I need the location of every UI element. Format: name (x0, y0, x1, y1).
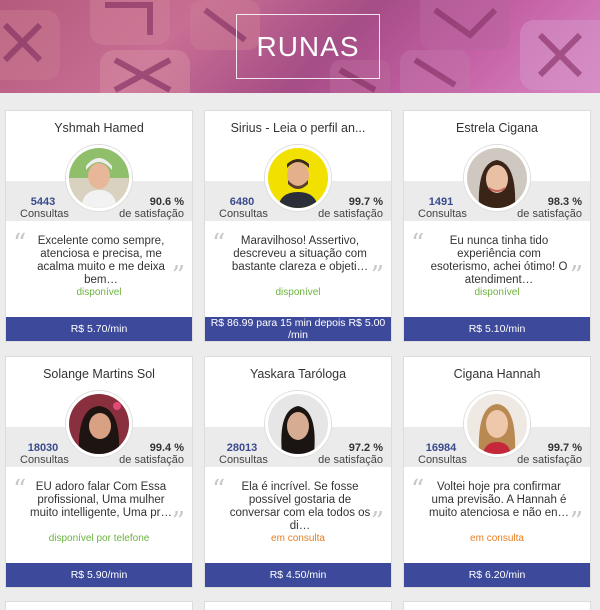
consultation-label: Consultas (219, 454, 268, 466)
advisor-name[interactable]: Cigana Hannah (404, 367, 590, 381)
banner-title-box: RUNAS (236, 14, 380, 79)
satisfaction-label: de satisfação (119, 208, 184, 220)
advisor-card[interactable]: Yshmah Hamed 5443 Consultas 90.6 % de sa… (5, 110, 193, 342)
review-snippet: Voltei hoje pra confirmar uma previsão. … (428, 481, 569, 519)
price-button[interactable]: R$ 6.20/min (404, 563, 590, 587)
satisfaction-label: de satisfação (318, 208, 383, 220)
category-banner: RUNAS (0, 0, 600, 93)
review-snippet: EU adoro falar Com Essa profissional, Um… (30, 481, 172, 519)
consultation-label: Consultas (20, 208, 69, 220)
satisfaction-label: de satisfação (318, 454, 383, 466)
advisor-name[interactable]: Yaskara Taróloga (205, 367, 391, 381)
consultation-label: Consultas (20, 454, 69, 466)
price-button[interactable]: R$ 5.90/min (6, 563, 192, 587)
advisor-photo[interactable] (464, 391, 530, 457)
advisor-card[interactable]: Cigana Hannah 16984 Consultas 99.7 % de … (403, 356, 591, 588)
consultation-count: 6480 (229, 196, 255, 208)
satisfaction-percent: 90.6 % (149, 196, 184, 208)
advisor-photo[interactable] (265, 145, 331, 211)
open-quote-icon: “ (411, 229, 425, 259)
banner-title: RUNAS (256, 30, 360, 62)
availability-status: em consulta (271, 533, 325, 544)
open-quote-icon: “ (212, 475, 226, 505)
next-card-stub[interactable] (403, 601, 591, 610)
close-quote-icon: ” (370, 507, 384, 537)
price-button[interactable]: R$ 4.50/min (205, 563, 391, 587)
advisor-card[interactable]: Yaskara Taróloga 28013 Consultas 97.2 % … (204, 356, 392, 588)
availability-status: em consulta (470, 533, 524, 544)
satisfaction-percent: 97.2 % (348, 442, 383, 454)
consultation-count: 18030 (27, 442, 59, 454)
availability-status: disponível (275, 287, 321, 298)
satisfaction-label: de satisfação (119, 454, 184, 466)
open-quote-icon: “ (411, 475, 425, 505)
open-quote-icon: “ (13, 475, 27, 505)
consultation-label: Consultas (418, 208, 467, 220)
consultation-count: 1491 (428, 196, 454, 208)
availability-status: disponível (474, 287, 520, 298)
review-snippet: Excelente como sempre, atenciosa e preci… (37, 235, 165, 286)
satisfaction-percent: 99.4 % (149, 442, 184, 454)
advisor-name[interactable]: Sirius - Leia o perfil an... (205, 121, 391, 135)
next-card-stub[interactable] (5, 601, 193, 610)
close-quote-icon: ” (569, 261, 583, 291)
satisfaction-percent: 99.7 % (547, 442, 582, 454)
advisor-card[interactable]: Estrela Cigana 1491 Consultas 98.3 % de … (403, 110, 591, 342)
open-quote-icon: “ (13, 229, 27, 259)
advisor-card[interactable]: Sirius - Leia o perfil an... 6480 Consul… (204, 110, 392, 342)
advisor-name[interactable]: Solange Martins Sol (6, 367, 192, 381)
satisfaction-percent: 99.7 % (348, 196, 383, 208)
advisor-photo[interactable] (66, 391, 132, 457)
open-quote-icon: “ (212, 229, 226, 259)
close-quote-icon: ” (569, 507, 583, 537)
consultation-count: 16984 (425, 442, 457, 454)
advisor-photo[interactable] (265, 391, 331, 457)
advisor-photo[interactable] (66, 145, 132, 211)
satisfaction-label: de satisfação (517, 454, 582, 466)
consultation-count: 5443 (30, 196, 56, 208)
advisor-name[interactable]: Yshmah Hamed (6, 121, 192, 135)
consultation-label: Consultas (418, 454, 467, 466)
advisor-card[interactable]: Solange Martins Sol 18030 Consultas 99.4… (5, 356, 193, 588)
price-button[interactable]: R$ 5.70/min (6, 317, 192, 341)
availability-status: disponível (76, 287, 122, 298)
availability-status: disponível por telefone (48, 533, 150, 544)
review-snippet: Ela é incrível. Se fosse possível gostar… (229, 481, 371, 532)
advisor-name[interactable]: Estrela Cigana (404, 121, 590, 135)
next-card-stub[interactable] (204, 601, 392, 610)
review-snippet: Maravilhoso! Assertivo, descreveu a situ… (231, 235, 369, 273)
close-quote-icon: ” (370, 261, 384, 291)
price-button[interactable]: R$ 5.10/min (404, 317, 590, 341)
review-snippet: Eu nunca tinha tido experiência com esot… (430, 235, 568, 286)
consultation-label: Consultas (219, 208, 268, 220)
consultation-count: 28013 (226, 442, 258, 454)
satisfaction-percent: 98.3 % (547, 196, 582, 208)
advisor-photo[interactable] (464, 145, 530, 211)
price-button[interactable]: R$ 86.99 para 15 min depois R$ 5.00 /min (205, 317, 391, 341)
close-quote-icon: ” (171, 507, 185, 537)
close-quote-icon: ” (171, 261, 185, 291)
satisfaction-label: de satisfação (517, 208, 582, 220)
